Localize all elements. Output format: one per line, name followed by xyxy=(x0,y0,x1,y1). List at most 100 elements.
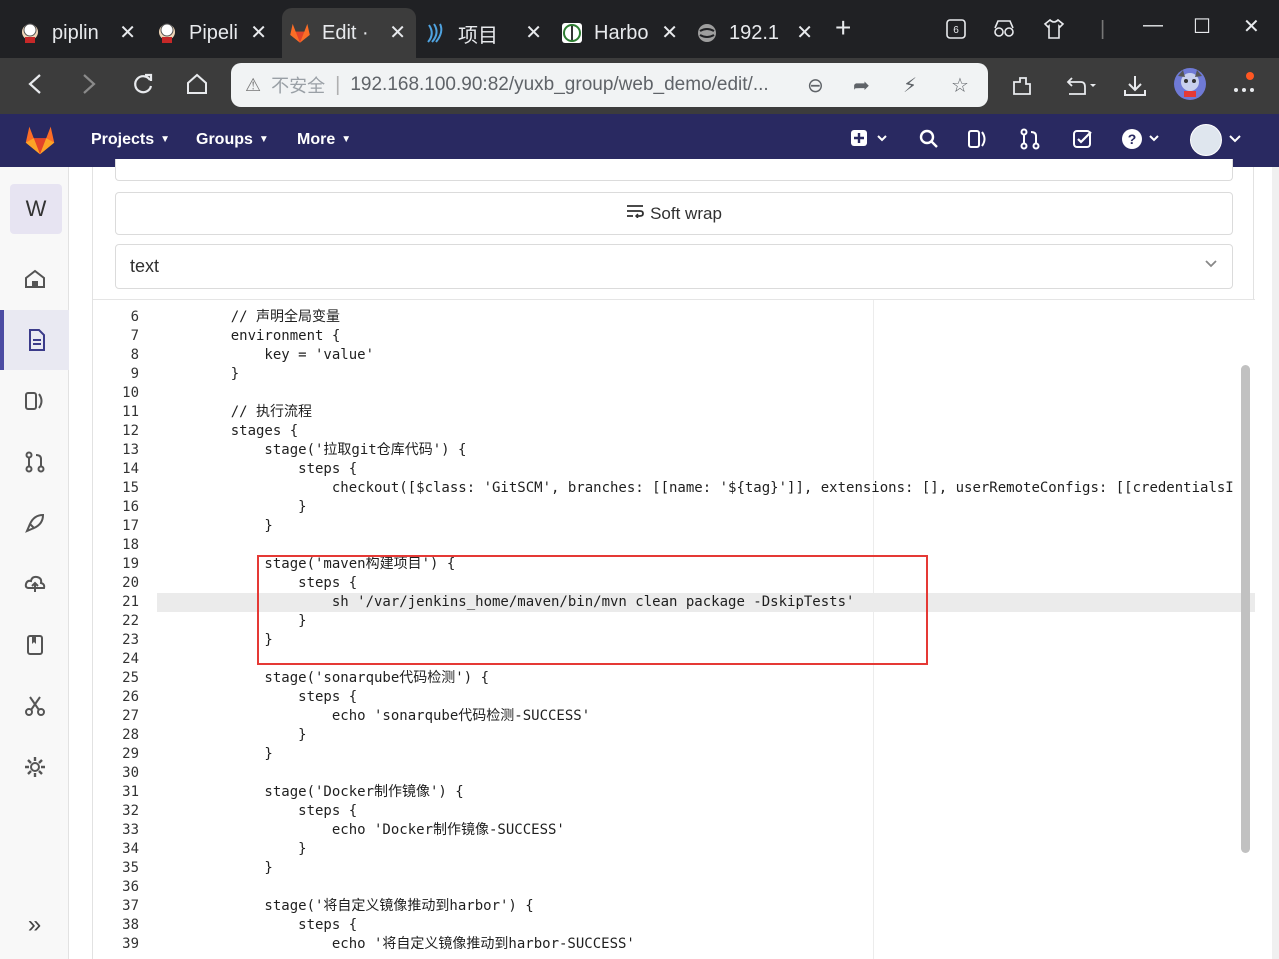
code-line[interactable]: 36 xyxy=(93,878,1255,897)
nav-projects-dropdown[interactable]: Projects ▼ xyxy=(91,131,170,149)
sidebar-item-merge-requests[interactable] xyxy=(0,432,69,492)
code-line[interactable]: 11 // 执行流程 xyxy=(93,403,1255,422)
code-line[interactable]: 17 } xyxy=(93,517,1255,536)
gitlab-logo-icon[interactable] xyxy=(24,124,56,161)
tab-harbor[interactable]: Harbo ✕ xyxy=(560,8,688,58)
code-line[interactable]: 32 steps { xyxy=(93,802,1255,821)
soft-wrap-button[interactable]: Soft wrap xyxy=(115,192,1233,235)
close-tab-icon[interactable]: ✕ xyxy=(661,20,678,45)
extensions-icon[interactable] xyxy=(1010,74,1034,104)
code-line[interactable]: 35 } xyxy=(93,859,1255,878)
history-undo-icon[interactable] xyxy=(1063,74,1097,104)
nav-groups-dropdown[interactable]: Groups ▼ xyxy=(196,131,269,149)
bookmark-star-icon[interactable]: ☆ xyxy=(951,73,969,98)
tab-count-icon[interactable]: 6 xyxy=(945,18,967,46)
close-tab-icon[interactable]: ✕ xyxy=(119,20,136,45)
reload-icon[interactable] xyxy=(132,72,154,102)
search-icon[interactable] xyxy=(918,128,940,155)
code-line[interactable]: 16 } xyxy=(93,498,1255,517)
tab-ip-address[interactable]: 192.1 ✕ xyxy=(695,8,823,58)
close-tab-icon[interactable]: ✕ xyxy=(525,20,542,45)
sidebar-item-snippets[interactable] xyxy=(0,676,69,736)
tab-pipeline-1[interactable]: piplin ✕ xyxy=(18,8,146,58)
code-editor[interactable]: 6 // 声明全局变量 7 environment {8 key = 'value… xyxy=(93,299,1255,959)
code-line[interactable]: 7 environment { xyxy=(93,327,1255,346)
sidebar-item-home[interactable] xyxy=(0,249,69,309)
deploy-icon xyxy=(24,513,44,533)
back-icon[interactable] xyxy=(26,72,44,102)
maximize-icon[interactable]: ☐ xyxy=(1193,14,1211,39)
user-avatar-icon[interactable] xyxy=(1172,66,1208,108)
profile-icon[interactable] xyxy=(992,18,1016,46)
line-number: 13 xyxy=(122,442,139,458)
avatar-chevron-down-icon[interactable] xyxy=(1228,128,1242,155)
soft-wrap-label: Soft wrap xyxy=(650,203,722,223)
line-number: 17 xyxy=(122,518,139,534)
close-tab-icon[interactable]: ✕ xyxy=(389,20,406,45)
line-number: 30 xyxy=(122,765,139,781)
code-line[interactable]: 37 stage('将自定义镜像推动到harbor') { xyxy=(93,897,1255,916)
code-line[interactable]: 38 steps { xyxy=(93,916,1255,935)
close-tab-icon[interactable]: ✕ xyxy=(250,20,267,45)
editor-scrollbar[interactable] xyxy=(1241,365,1250,853)
code-line[interactable]: 39 echo '将自定义镜像推动到harbor-SUCCESS' xyxy=(93,935,1255,954)
forward-icon[interactable] xyxy=(80,72,98,102)
share-icon[interactable]: ➦ xyxy=(853,73,870,98)
address-divider: | xyxy=(335,73,341,96)
merge-requests-icon[interactable] xyxy=(1019,128,1041,155)
sidebar-item-wiki[interactable] xyxy=(0,615,69,675)
sidebar-item-repository[interactable] xyxy=(0,310,69,370)
todo-check-icon[interactable] xyxy=(1072,128,1094,155)
chevron-down-icon: ▼ xyxy=(160,134,171,145)
close-window-icon[interactable]: ✕ xyxy=(1243,14,1260,39)
code-line[interactable]: 9 } xyxy=(93,365,1255,384)
help-icon[interactable]: ? xyxy=(1121,128,1165,155)
collapse-sidebar-button[interactable]: » xyxy=(0,895,69,955)
code-line[interactable]: 6 // 声明全局变量 xyxy=(93,308,1255,327)
extensions-shirt-icon[interactable] xyxy=(1043,18,1065,46)
zoom-out-icon[interactable]: ⊖ xyxy=(807,73,824,98)
project-avatar[interactable]: W xyxy=(10,184,62,234)
code-line[interactable]: 30 xyxy=(93,764,1255,783)
code-line[interactable]: 27 echo 'sonarqube代码检测-SUCCESS' xyxy=(93,707,1255,726)
nav-more-dropdown[interactable]: More ▼ xyxy=(297,131,351,149)
more-menu-icon[interactable] xyxy=(1232,72,1258,104)
home-icon[interactable] xyxy=(185,72,209,102)
language-select[interactable]: text xyxy=(115,244,1233,289)
tab-gitlab-edit[interactable]: Edit · ✕ xyxy=(282,8,416,58)
code-line[interactable]: 33 echo 'Docker制作镜像-SUCCESS' xyxy=(93,821,1255,840)
address-bar[interactable]: ⚠ 不安全 | 192.168.100.90:82/yuxb_group/web… xyxy=(231,63,988,107)
svg-text:?: ? xyxy=(1128,131,1137,147)
code-line[interactable]: 29 } xyxy=(93,745,1255,764)
close-tab-icon[interactable]: ✕ xyxy=(796,20,813,45)
code-line[interactable]: 10 xyxy=(93,384,1255,403)
code-line[interactable]: 12 stages { xyxy=(93,422,1255,441)
download-icon[interactable] xyxy=(1122,74,1148,104)
code-line[interactable]: 31 stage('Docker制作镜像') { xyxy=(93,783,1255,802)
tab-pipeline-2[interactable]: Pipeli ✕ xyxy=(155,8,277,58)
url-text[interactable]: 192.168.100.90:82/yuxb_group/web_demo/ed… xyxy=(350,74,768,96)
code-line[interactable]: 18 xyxy=(93,536,1255,555)
line-number: 15 xyxy=(122,480,139,496)
code-line[interactable]: 25 stage('sonarqube代码检测') { xyxy=(93,669,1255,688)
code-line[interactable]: 14 steps { xyxy=(93,460,1255,479)
chevron-down-icon: ▼ xyxy=(341,134,352,145)
code-line[interactable]: 13 stage('拉取git仓库代码') { xyxy=(93,441,1255,460)
sidebar-item-issues[interactable] xyxy=(0,371,69,431)
code-line[interactable]: 34 } xyxy=(93,840,1255,859)
user-avatar[interactable] xyxy=(1190,124,1222,156)
minimize-icon[interactable]: — xyxy=(1143,14,1163,37)
sidebar-item-settings[interactable] xyxy=(0,737,69,797)
tab-sonarqube[interactable]: 项目 ✕ xyxy=(424,8,552,58)
code-line[interactable]: 8 key = 'value' xyxy=(93,346,1255,365)
sidebar-item-monitor[interactable] xyxy=(0,554,69,614)
code-line[interactable]: 26 steps { xyxy=(93,688,1255,707)
code-line[interactable]: 15 checkout([$class: 'GitSCM', branches:… xyxy=(93,479,1255,498)
sidebar-item-deployments[interactable] xyxy=(0,493,69,553)
lightning-icon[interactable]: ⚡ xyxy=(903,73,917,98)
line-code: echo 'Docker制作镜像-SUCCESS' xyxy=(197,822,565,838)
create-new-icon[interactable] xyxy=(850,128,890,155)
code-line[interactable]: 28 } xyxy=(93,726,1255,745)
new-tab-button[interactable]: + xyxy=(835,14,851,42)
issues-icon[interactable] xyxy=(967,128,989,155)
